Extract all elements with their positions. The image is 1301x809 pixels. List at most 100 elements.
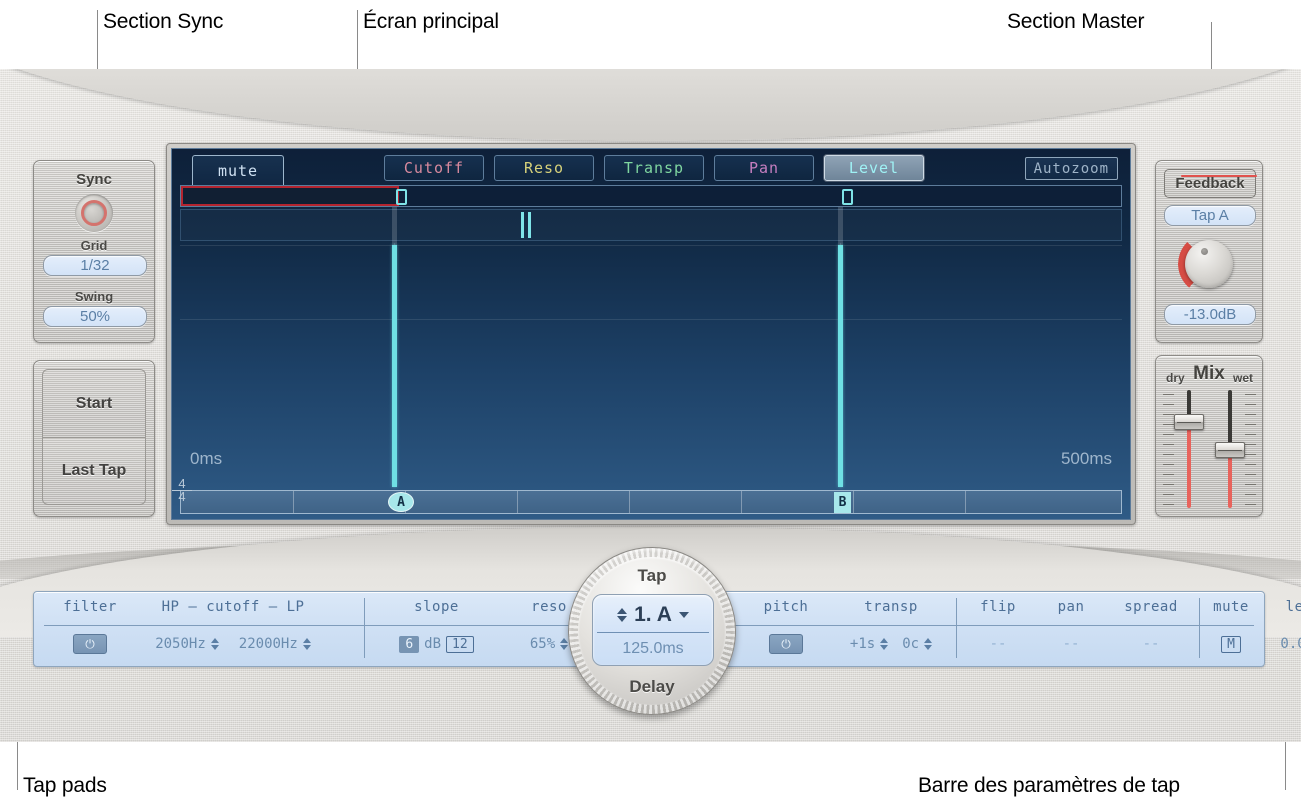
tap-delay-value[interactable]: 125.0ms xyxy=(593,636,713,662)
tap-a-level-bar[interactable] xyxy=(392,245,397,487)
tap-selector-value[interactable]: 1. A xyxy=(634,603,672,627)
chevron-down-icon[interactable] xyxy=(678,612,689,618)
transp-semitone-value[interactable]: +1s xyxy=(850,636,875,652)
tab-reso[interactable]: Reso xyxy=(494,155,594,181)
transp-semitone-stepper[interactable] xyxy=(880,638,889,650)
param-pitch-header: pitch xyxy=(763,599,809,615)
param-slope: slope 6 dB 12 xyxy=(374,592,499,668)
feedback-button[interactable]: Feedback xyxy=(1164,169,1257,198)
tap-a-stem-top xyxy=(392,207,397,247)
param-flip-header: flip xyxy=(980,599,1016,615)
wet-fader[interactable] xyxy=(1213,390,1256,508)
strip-divider-5 xyxy=(741,491,742,513)
tab-cutoff[interactable]: Cutoff xyxy=(384,155,484,181)
tab-pan[interactable]: Pan xyxy=(714,155,814,181)
editor-lane[interactable] xyxy=(180,209,1122,241)
pitch-power-button[interactable]: ⏻ xyxy=(769,634,803,654)
tap-dial-top-label: Tap xyxy=(637,566,667,585)
tab-mute[interactable]: mute xyxy=(192,155,284,185)
start-button[interactable]: Start xyxy=(42,369,146,437)
wet-fader-handle[interactable] xyxy=(1215,442,1245,458)
tab-transp[interactable]: Transp xyxy=(604,155,704,181)
param-slope-values: 6 dB 12 xyxy=(374,632,499,656)
param-transp-header: transp xyxy=(864,599,918,615)
sync-enable-button[interactable] xyxy=(75,194,113,232)
reso-value[interactable]: 65% xyxy=(530,636,555,652)
time-start-label: 0ms xyxy=(190,449,223,468)
grid-line-h2 xyxy=(180,319,1122,320)
mute-node-b[interactable] xyxy=(842,189,853,205)
feedback-section: Feedback Tap A -13.0dB xyxy=(1155,160,1263,343)
annotation-ecran-principal: Écran principal xyxy=(363,10,499,33)
dry-fader-track[interactable] xyxy=(1187,390,1191,508)
param-slope-header: slope xyxy=(414,599,459,615)
strip-divider-6 xyxy=(853,491,854,513)
sync-title: Sync xyxy=(76,171,112,188)
param-transp-values: +1s 0c xyxy=(826,632,956,656)
slope-12db-button[interactable]: 12 xyxy=(446,635,474,653)
param-transp: transp +1s 0c xyxy=(826,592,956,668)
annotation-param-bar: Barre des paramètres de tap xyxy=(918,774,1180,797)
param-pan-value[interactable]: -- xyxy=(1036,632,1106,656)
hp-cutoff-value[interactable]: 2050Hz xyxy=(155,636,206,652)
knob-body xyxy=(1185,240,1233,288)
transp-cents-stepper[interactable] xyxy=(924,638,933,650)
mute-toggle-button[interactable]: M xyxy=(1221,635,1241,653)
tap-dial-bottom-label: Delay xyxy=(629,677,675,696)
grid-value-field[interactable]: 1/32 xyxy=(43,255,147,276)
tap-dial-lcd[interactable]: 1. A 125.0ms xyxy=(592,594,714,666)
hp-cutoff-stepper[interactable] xyxy=(210,638,219,650)
param-divider-3 xyxy=(1199,598,1200,658)
feedback-amount-knob[interactable] xyxy=(1178,233,1240,295)
param-level-value: 0.0dB xyxy=(1260,632,1301,656)
lp-cutoff-stepper[interactable] xyxy=(302,638,311,650)
tab-level[interactable]: Level xyxy=(824,155,924,181)
main-display[interactable]: mute Cutoff Reso Transp Pan Level Autozo… xyxy=(171,148,1131,520)
slope-6db-button[interactable]: 6 xyxy=(399,635,420,653)
swing-label: Swing xyxy=(74,289,114,304)
param-filter: filter ⏻ xyxy=(48,592,132,668)
mute-node-a[interactable] xyxy=(396,189,407,205)
tap-strip[interactable]: A B xyxy=(180,490,1122,514)
time-signature[interactable]: 4 4 xyxy=(172,477,192,503)
param-filter-header: filter xyxy=(63,599,117,615)
filter-power-button[interactable]: ⏻ xyxy=(73,634,107,654)
level-value[interactable]: 0.0dB xyxy=(1280,636,1301,652)
param-level-header: level xyxy=(1285,599,1301,615)
strip-divider-7 xyxy=(965,491,966,513)
param-spread-header: spread xyxy=(1124,599,1178,615)
reso-stepper[interactable] xyxy=(560,638,569,650)
mix-dry-label: dry xyxy=(1166,371,1185,385)
param-flip-value[interactable]: -- xyxy=(960,632,1036,656)
tap-lcd-rule xyxy=(597,632,709,633)
mute-selection-region[interactable] xyxy=(181,186,399,206)
mix-wet-label: wet xyxy=(1232,371,1253,385)
param-spread-value[interactable]: -- xyxy=(1106,632,1196,656)
editor-bar-1[interactable] xyxy=(521,212,524,238)
feedback-tap-field[interactable]: Tap A xyxy=(1164,205,1256,226)
swing-value-field[interactable]: 50% xyxy=(43,306,147,327)
tap-selector-row[interactable]: 1. A xyxy=(593,599,713,631)
autozoom-button[interactable]: Autozoom xyxy=(1024,157,1118,180)
strip-divider-1 xyxy=(293,491,294,513)
slope-unit-label: dB xyxy=(424,636,442,652)
editor-bar-2[interactable] xyxy=(528,212,531,238)
param-cutoff-header: HP — cutoff — LP xyxy=(161,599,305,615)
tap-b-level-bar[interactable] xyxy=(838,245,843,487)
tap-chip-b[interactable]: B xyxy=(834,492,851,513)
dry-fader[interactable] xyxy=(1163,390,1206,508)
param-mute-value: M xyxy=(1202,632,1260,656)
tap-b-stem-top xyxy=(838,207,843,247)
tap-chip-a[interactable]: A xyxy=(388,492,414,512)
last-tap-button[interactable]: Last Tap xyxy=(42,437,146,505)
param-cutoff-values: 2050Hz 22000Hz xyxy=(132,632,334,656)
feedback-value-field[interactable]: -13.0dB xyxy=(1164,304,1256,325)
mute-lane[interactable] xyxy=(180,185,1122,207)
transp-cents-value[interactable]: 0c xyxy=(902,636,919,652)
tap-delay-dial[interactable]: Tap 1. A 125.0ms Delay xyxy=(568,547,736,715)
tap-selector-stepper[interactable] xyxy=(617,608,628,622)
lp-cutoff-value[interactable]: 22000Hz xyxy=(239,636,298,652)
param-pitch-value: ⏻ xyxy=(746,632,826,656)
param-pan: pan -- xyxy=(1036,592,1106,668)
dry-fader-handle[interactable] xyxy=(1174,414,1204,430)
